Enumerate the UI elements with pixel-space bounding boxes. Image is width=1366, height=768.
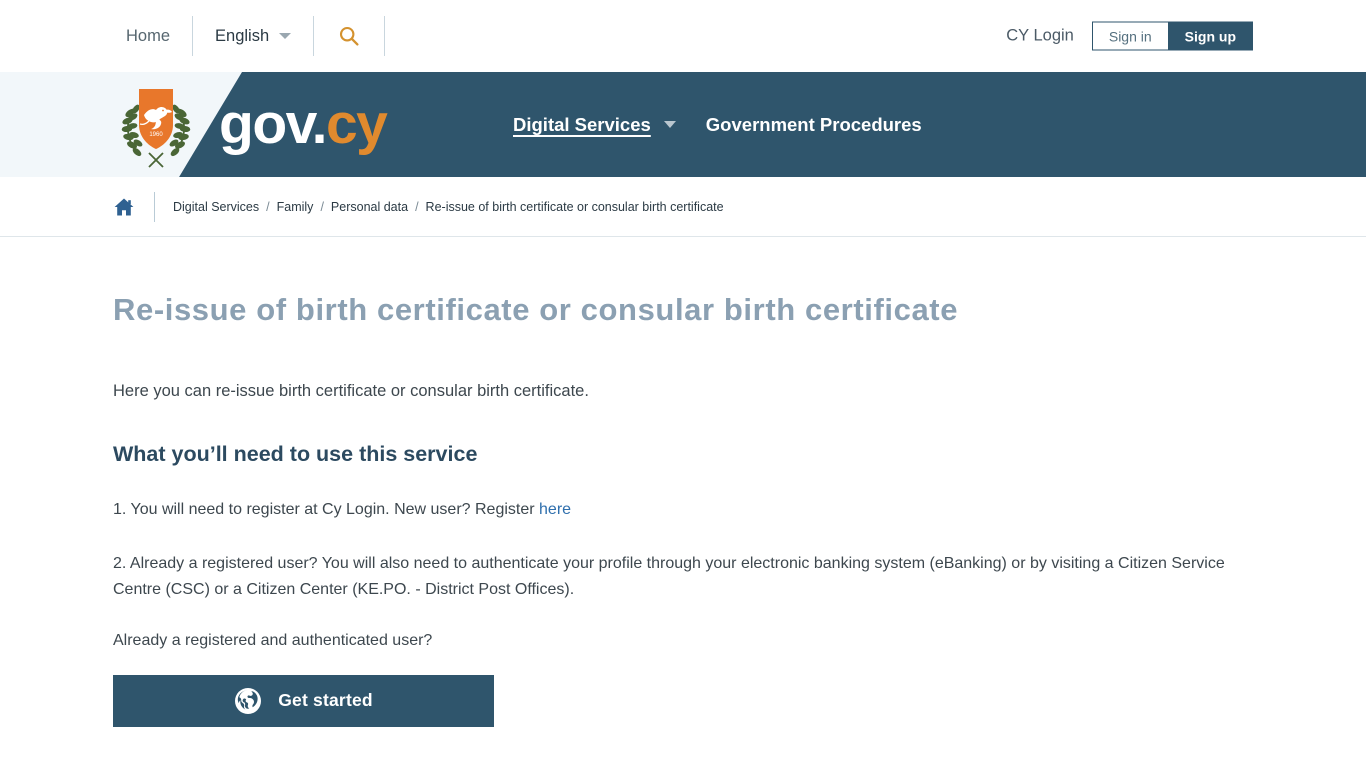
nav-item-government-procedures[interactable]: Government Procedures <box>706 114 922 136</box>
breadcrumb-bar: Digital Services / Family / Personal dat… <box>0 177 1366 237</box>
cyprus-coat-of-arms-icon: 1960 <box>121 88 191 168</box>
requirement-step-2: 2. Already a registered user? You will a… <box>113 554 1225 598</box>
home-icon[interactable] <box>113 196 135 218</box>
breadcrumb-item-current: Re-issue of birth certificate or consula… <box>425 199 724 214</box>
nav-item-digital-services[interactable]: Digital Services <box>513 114 676 136</box>
wordmark-dot: . <box>311 92 328 156</box>
authenticated-user-prompt: Already a registered and authenticated u… <box>113 631 433 649</box>
language-selector-label: English <box>215 26 270 45</box>
divider <box>384 16 386 56</box>
nav-item-label: Digital Services <box>513 113 651 135</box>
get-started-button[interactable]: Get started <box>113 674 494 727</box>
chevron-down-icon <box>279 33 292 39</box>
site-header: 1960 gov.cy Digital Services Government … <box>0 72 1366 177</box>
auth-button-group: Sign in Sign up <box>1091 21 1253 51</box>
breadcrumb-divider: / <box>266 199 270 214</box>
sign-up-button[interactable]: Sign up <box>1167 21 1253 51</box>
page-title: Re-issue of birth certificate or consula… <box>113 292 959 327</box>
site-logo[interactable]: 1960 gov.cy <box>113 72 388 177</box>
breadcrumb: Digital Services / Family / Personal dat… <box>173 200 724 214</box>
chevron-down-icon <box>663 121 676 128</box>
home-link[interactable]: Home <box>112 16 192 56</box>
requirement-step-1-text: 1. You will need to register at Cy Login… <box>113 500 540 518</box>
breadcrumb-divider: / <box>415 199 419 214</box>
site-wordmark: gov.cy <box>219 96 388 153</box>
section-heading-requirements: What you’ll need to use this service <box>113 441 478 466</box>
search-icon <box>340 26 359 46</box>
top-utility-left-group: Home English <box>112 16 386 56</box>
top-utility-right-group: CY Login Sign in Sign up <box>1006 21 1253 51</box>
breadcrumb-item-digital-services[interactable]: Digital Services <box>173 200 259 214</box>
nav-item-label: Government Procedures <box>705 113 922 135</box>
breadcrumb-divider: / <box>320 199 324 214</box>
get-started-label: Get started <box>278 690 373 711</box>
sign-in-button[interactable]: Sign in <box>1091 21 1168 51</box>
top-utility-bar: Home English CY Login Sign in Sign up <box>0 0 1366 72</box>
section-heading-help: Get help and advice <box>113 727 1253 768</box>
breadcrumb-item-family[interactable]: Family <box>277 200 314 214</box>
globe-icon <box>235 687 262 714</box>
register-here-link[interactable]: here <box>539 501 571 518</box>
main-navigation: Digital Services Government Procedures <box>513 72 922 177</box>
language-selector[interactable]: English <box>193 16 313 56</box>
requirement-step-1: 1. You will need to register at Cy Login… <box>113 469 1253 523</box>
main-content: Re-issue of birth certificate or consula… <box>0 237 1366 768</box>
home-link-label: Home <box>126 26 171 45</box>
wordmark-gov: gov <box>219 92 313 156</box>
intro-text: Here you can re-issue birth certificate … <box>113 382 589 401</box>
wordmark-cy: cy <box>325 92 388 156</box>
cy-login-label: CY Login <box>1006 26 1074 45</box>
breadcrumb-item-personal-data[interactable]: Personal data <box>331 200 408 214</box>
svg-text:1960: 1960 <box>149 132 163 138</box>
search-button[interactable] <box>314 16 384 56</box>
divider <box>154 191 155 222</box>
